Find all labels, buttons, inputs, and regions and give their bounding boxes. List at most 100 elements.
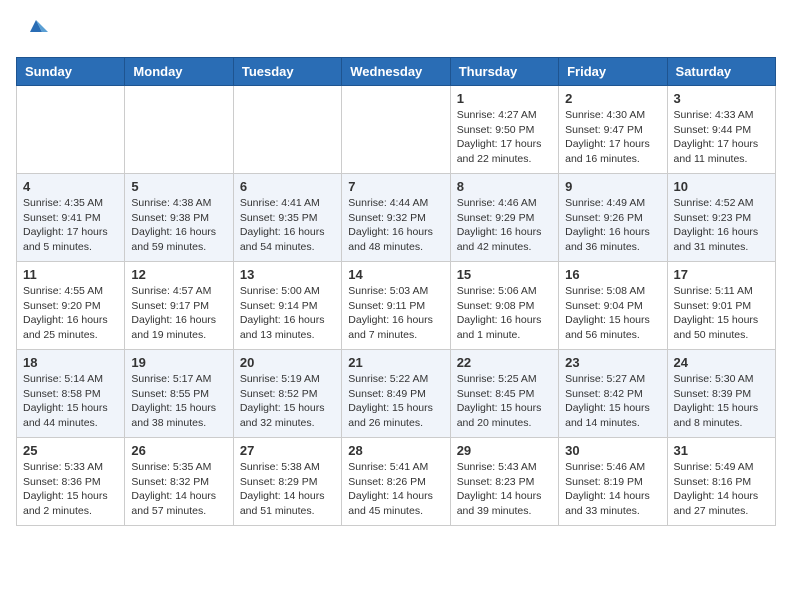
day-number: 25: [23, 443, 118, 458]
calendar-cell: 3Sunrise: 4:33 AM Sunset: 9:44 PM Daylig…: [667, 86, 775, 174]
day-number: 9: [565, 179, 660, 194]
calendar-cell: 17 Sunrise: 5:11 AM Sunset: 9:01 PM Dayli…: [667, 262, 775, 350]
day-info: Sunrise: 5:06 AM Sunset: 9:08 PM Dayligh…: [457, 284, 552, 343]
calendar-cell: 18 Sunrise: 5:14 AM Sunset: 8:58 PM Dayli…: [17, 350, 125, 438]
day-number: 2: [565, 91, 660, 106]
day-number: 21: [348, 355, 443, 370]
day-info: Sunrise: 5:00 AM Sunset: 9:14 PM Dayligh…: [240, 284, 335, 343]
day-info: Sunrise: 4:57 AM Sunset: 9:17 PM Dayligh…: [131, 284, 226, 343]
calendar-cell: 22 Sunrise: 5:25 AM Sunset: 8:45 PM Dayli…: [450, 350, 558, 438]
calendar-cell: 7Sunrise: 4:44 AM Sunset: 9:32 PM Daylig…: [342, 174, 450, 262]
calendar-cell: 10 Sunrise: 4:52 AM Sunset: 9:23 PM Dayli…: [667, 174, 775, 262]
calendar-table: SundayMondayTuesdayWednesdayThursdayFrid…: [16, 57, 776, 526]
day-info: Sunrise: 5:27 AM Sunset: 8:42 PM Dayligh…: [565, 372, 660, 431]
day-info: Sunrise: 4:30 AM Sunset: 9:47 PM Dayligh…: [565, 108, 660, 167]
day-number: 17: [674, 267, 769, 282]
day-info: Sunrise: 5:41 AM Sunset: 8:26 PM Dayligh…: [348, 460, 443, 519]
calendar-cell: 14 Sunrise: 5:03 AM Sunset: 9:11 PM Dayli…: [342, 262, 450, 350]
calendar-cell: 12 Sunrise: 4:57 AM Sunset: 9:17 PM Dayli…: [125, 262, 233, 350]
day-info: Sunrise: 5:43 AM Sunset: 8:23 PM Dayligh…: [457, 460, 552, 519]
day-info: Sunrise: 5:17 AM Sunset: 8:55 PM Dayligh…: [131, 372, 226, 431]
day-number: 13: [240, 267, 335, 282]
page-header: [16, 16, 776, 45]
day-number: 11: [23, 267, 118, 282]
calendar-cell: [342, 86, 450, 174]
day-info: Sunrise: 5:38 AM Sunset: 8:29 PM Dayligh…: [240, 460, 335, 519]
calendar-cell: 8Sunrise: 4:46 AM Sunset: 9:29 PM Daylig…: [450, 174, 558, 262]
day-info: Sunrise: 4:33 AM Sunset: 9:44 PM Dayligh…: [674, 108, 769, 167]
week-row-4: 18 Sunrise: 5:14 AM Sunset: 8:58 PM Dayli…: [17, 350, 776, 438]
day-number: 15: [457, 267, 552, 282]
calendar-cell: 9 Sunrise: 4:49 AM Sunset: 9:26 PM Daylig…: [559, 174, 667, 262]
day-info: Sunrise: 4:41 AM Sunset: 9:35 PM Dayligh…: [240, 196, 335, 255]
day-number: 4: [23, 179, 118, 194]
calendar-cell: 19 Sunrise: 5:17 AM Sunset: 8:55 PM Dayli…: [125, 350, 233, 438]
week-row-5: 25 Sunrise: 5:33 AM Sunset: 8:36 PM Dayli…: [17, 438, 776, 526]
header-monday: Monday: [125, 58, 233, 86]
header-wednesday: Wednesday: [342, 58, 450, 86]
day-number: 6: [240, 179, 335, 194]
logo: [16, 16, 50, 45]
calendar-cell: 27 Sunrise: 5:38 AM Sunset: 8:29 PM Dayli…: [233, 438, 341, 526]
day-number: 7: [348, 179, 443, 194]
calendar-cell: 15 Sunrise: 5:06 AM Sunset: 9:08 PM Dayli…: [450, 262, 558, 350]
calendar-cell: 13 Sunrise: 5:00 AM Sunset: 9:14 PM Dayli…: [233, 262, 341, 350]
day-number: 18: [23, 355, 118, 370]
day-info: Sunrise: 5:22 AM Sunset: 8:49 PM Dayligh…: [348, 372, 443, 431]
day-number: 10: [674, 179, 769, 194]
day-number: 12: [131, 267, 226, 282]
day-number: 8: [457, 179, 552, 194]
day-number: 27: [240, 443, 335, 458]
day-number: 22: [457, 355, 552, 370]
calendar-cell: [125, 86, 233, 174]
day-info: Sunrise: 5:35 AM Sunset: 8:32 PM Dayligh…: [131, 460, 226, 519]
calendar-cell: 26 Sunrise: 5:35 AM Sunset: 8:32 PM Dayli…: [125, 438, 233, 526]
day-info: Sunrise: 5:14 AM Sunset: 8:58 PM Dayligh…: [23, 372, 118, 431]
day-number: 30: [565, 443, 660, 458]
day-number: 24: [674, 355, 769, 370]
day-info: Sunrise: 5:30 AM Sunset: 8:39 PM Dayligh…: [674, 372, 769, 431]
day-info: Sunrise: 4:27 AM Sunset: 9:50 PM Dayligh…: [457, 108, 552, 167]
calendar-cell: 2 Sunrise: 4:30 AM Sunset: 9:47 PM Daylig…: [559, 86, 667, 174]
calendar-cell: 21 Sunrise: 5:22 AM Sunset: 8:49 PM Dayli…: [342, 350, 450, 438]
day-number: 20: [240, 355, 335, 370]
day-info: Sunrise: 5:08 AM Sunset: 9:04 PM Dayligh…: [565, 284, 660, 343]
day-info: Sunrise: 4:52 AM Sunset: 9:23 PM Dayligh…: [674, 196, 769, 255]
day-info: Sunrise: 5:03 AM Sunset: 9:11 PM Dayligh…: [348, 284, 443, 343]
day-info: Sunrise: 5:46 AM Sunset: 8:19 PM Dayligh…: [565, 460, 660, 519]
header-tuesday: Tuesday: [233, 58, 341, 86]
day-info: Sunrise: 5:19 AM Sunset: 8:52 PM Dayligh…: [240, 372, 335, 431]
day-info: Sunrise: 5:33 AM Sunset: 8:36 PM Dayligh…: [23, 460, 118, 519]
week-row-2: 4Sunrise: 4:35 AM Sunset: 9:41 PM Daylig…: [17, 174, 776, 262]
calendar-cell: 31Sunrise: 5:49 AM Sunset: 8:16 PM Dayli…: [667, 438, 775, 526]
calendar-cell: 24 Sunrise: 5:30 AM Sunset: 8:39 PM Dayli…: [667, 350, 775, 438]
calendar-cell: 5Sunrise: 4:38 AM Sunset: 9:38 PM Daylig…: [125, 174, 233, 262]
calendar-cell: [233, 86, 341, 174]
calendar-cell: 4Sunrise: 4:35 AM Sunset: 9:41 PM Daylig…: [17, 174, 125, 262]
calendar-cell: 28 Sunrise: 5:41 AM Sunset: 8:26 PM Dayli…: [342, 438, 450, 526]
day-info: Sunrise: 5:49 AM Sunset: 8:16 PM Dayligh…: [674, 460, 769, 519]
calendar-cell: 25 Sunrise: 5:33 AM Sunset: 8:36 PM Dayli…: [17, 438, 125, 526]
day-number: 26: [131, 443, 226, 458]
day-number: 28: [348, 443, 443, 458]
calendar-cell: 16 Sunrise: 5:08 AM Sunset: 9:04 PM Dayli…: [559, 262, 667, 350]
header-saturday: Saturday: [667, 58, 775, 86]
calendar-cell: 23 Sunrise: 5:27 AM Sunset: 8:42 PM Dayli…: [559, 350, 667, 438]
calendar-cell: 29Sunrise: 5:43 AM Sunset: 8:23 PM Dayli…: [450, 438, 558, 526]
day-number: 19: [131, 355, 226, 370]
day-info: Sunrise: 4:38 AM Sunset: 9:38 PM Dayligh…: [131, 196, 226, 255]
day-info: Sunrise: 5:25 AM Sunset: 8:45 PM Dayligh…: [457, 372, 552, 431]
calendar-cell: 30 Sunrise: 5:46 AM Sunset: 8:19 PM Dayli…: [559, 438, 667, 526]
logo-icon: [22, 12, 50, 45]
day-number: 1: [457, 91, 552, 106]
day-number: 16: [565, 267, 660, 282]
header-sunday: Sunday: [17, 58, 125, 86]
day-info: Sunrise: 4:49 AM Sunset: 9:26 PM Dayligh…: [565, 196, 660, 255]
week-row-1: 1 Sunrise: 4:27 AM Sunset: 9:50 PM Daylig…: [17, 86, 776, 174]
day-number: 23: [565, 355, 660, 370]
day-info: Sunrise: 4:55 AM Sunset: 9:20 PM Dayligh…: [23, 284, 118, 343]
day-number: 14: [348, 267, 443, 282]
header-thursday: Thursday: [450, 58, 558, 86]
day-info: Sunrise: 5:11 AM Sunset: 9:01 PM Dayligh…: [674, 284, 769, 343]
calendar-cell: 11 Sunrise: 4:55 AM Sunset: 9:20 PM Dayli…: [17, 262, 125, 350]
